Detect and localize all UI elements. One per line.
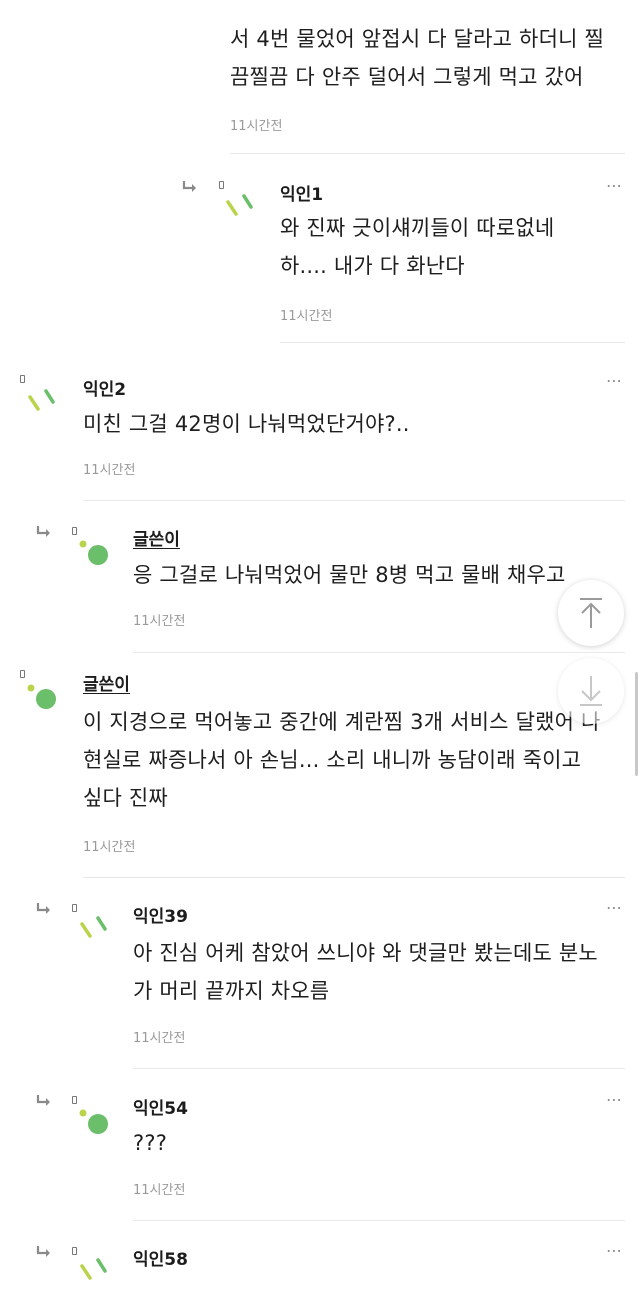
arrow-down-icon [580, 676, 602, 706]
reply-arrow-icon [182, 181, 196, 192]
divider [83, 877, 625, 878]
scrollbar[interactable] [635, 672, 638, 776]
divider [230, 153, 625, 154]
avatar[interactable] [76, 534, 116, 570]
more-options-icon[interactable]: ⋯ [606, 898, 623, 917]
scroll-to-top-button[interactable] [558, 580, 624, 646]
more-options-icon[interactable]: ⋯ [606, 371, 623, 390]
comment-text: 이 지경으로 먹어놓고 중간에 계란찜 3개 서비스 달랬어 나 현실로 짜증나… [83, 710, 600, 810]
avatar[interactable] [76, 1254, 116, 1290]
divider [83, 500, 625, 501]
divider [133, 652, 625, 653]
comment-time: 11시간전 [83, 840, 136, 855]
comment-author[interactable]: 익인39 [133, 902, 188, 927]
comment-text: 서 4번 물었어 앞접시 다 달라고 하더니 찔 끔찔끔 다 안주 덜어서 그렇… [230, 27, 605, 89]
comment-time: 11시간전 [133, 614, 186, 629]
comment-author[interactable]: 익인58 [133, 1245, 188, 1270]
avatar[interactable] [24, 385, 64, 421]
comment-author[interactable]: 익인54 [133, 1094, 188, 1119]
avatar[interactable] [76, 912, 116, 948]
more-options-icon[interactable]: ⋯ [606, 1241, 623, 1260]
comment-author[interactable]: 글쓴이 [83, 670, 130, 695]
comment-text: 응 그걸로 나눠먹었어 물만 8병 먹고 물배 채우고 [133, 563, 566, 587]
comment-text: 와 진짜 긋이섀끼들이 따로없네 하.... 내가 다 화난다 [280, 216, 555, 278]
reply-arrow-icon [36, 526, 50, 537]
comment-time: 11시간전 [83, 463, 136, 478]
avatar[interactable] [76, 1103, 116, 1139]
reply-arrow-icon [36, 1095, 50, 1106]
comment-author[interactable]: 익인2 [83, 375, 126, 400]
divider [280, 342, 625, 343]
avatar[interactable] [222, 190, 262, 226]
avatar-badge-icon [20, 375, 25, 383]
reply-arrow-icon [36, 1246, 50, 1257]
more-options-icon[interactable]: ⋯ [606, 1090, 623, 1109]
comment-author[interactable]: 익인1 [280, 180, 323, 205]
comment-time: 11시간전 [230, 119, 283, 134]
arrow-up-icon [580, 598, 602, 628]
comment-text: 미친 그걸 42명이 나눠먹었단거야?.. [83, 412, 410, 436]
avatar-badge-icon [219, 181, 224, 189]
divider [133, 1220, 625, 1221]
divider [133, 1068, 625, 1069]
avatar-badge-icon [20, 670, 25, 678]
comment-time: 11시간전 [133, 1031, 186, 1046]
comment-text: 아 진심 어케 참았어 쓰니야 와 댓글만 봤는데도 분노 가 머리 끝까지 차… [133, 941, 598, 1003]
reply-arrow-icon [36, 903, 50, 914]
comment-time: 11시간전 [280, 309, 333, 324]
more-options-icon[interactable]: ⋯ [606, 176, 623, 195]
scroll-to-bottom-button[interactable] [558, 658, 624, 724]
comment-author[interactable]: 글쓴이 [133, 525, 180, 550]
avatar[interactable] [24, 678, 64, 714]
comment-time: 11시간전 [133, 1183, 186, 1198]
comment-text: ??? [133, 1131, 168, 1155]
avatar-badge-icon [72, 904, 77, 912]
